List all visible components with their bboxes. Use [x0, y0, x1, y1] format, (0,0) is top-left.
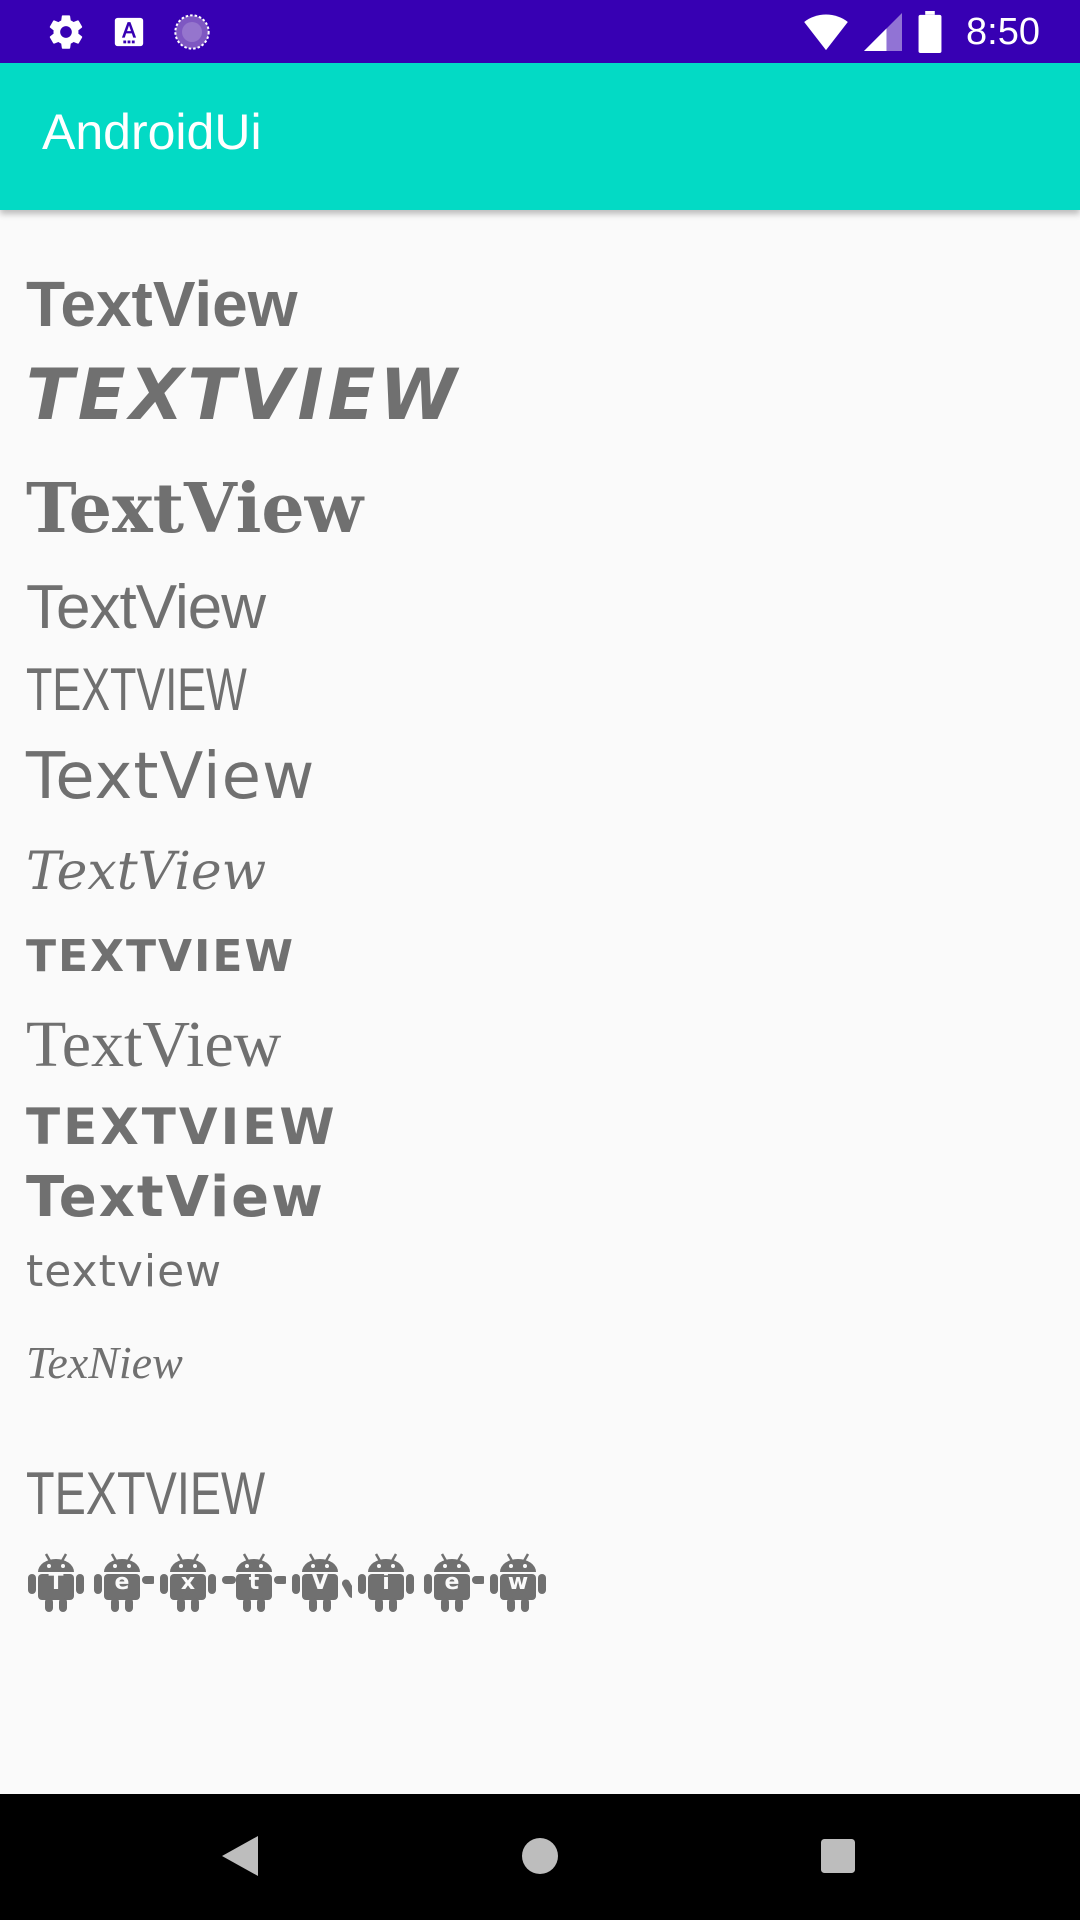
recents-icon [821, 1839, 855, 1877]
textview-1: TextView [26, 268, 298, 340]
accessibility-font-icon [112, 15, 146, 49]
textview-2: TEXTVIEW [26, 354, 461, 436]
back-icon [222, 1836, 258, 1880]
textview-10: TEXTVIEW [26, 1098, 338, 1156]
back-button[interactable] [212, 1830, 268, 1886]
android-glyph: V [288, 1550, 352, 1614]
textview-7: TextView [26, 842, 267, 902]
android-glyph: x [156, 1550, 220, 1614]
loading-circle-icon [172, 12, 212, 52]
settings-icon [46, 12, 86, 52]
android-glyph: i [354, 1550, 418, 1614]
app-bar: AndroidUi [0, 63, 1080, 210]
signal-icon [864, 12, 903, 52]
navigation-bar [0, 1794, 1080, 1920]
app-title: AndroidUi [42, 104, 262, 160]
home-icon [522, 1838, 558, 1878]
home-button[interactable] [512, 1830, 568, 1886]
android-glyph: t [222, 1550, 286, 1614]
textview-12: textview [26, 1246, 223, 1297]
textview-4: TextView [26, 573, 266, 642]
android-glyph: e [90, 1550, 154, 1614]
status-bar: 8:50 [0, 0, 1080, 63]
textview-13: TexNiew [26, 1337, 183, 1388]
android-glyph: e [420, 1550, 484, 1614]
recents-button[interactable] [810, 1830, 866, 1886]
textview-3: TextView [26, 469, 364, 549]
android-glyph: w [486, 1550, 550, 1614]
android-glyph: T [24, 1550, 88, 1614]
content-area: TextView TEXTVIEW TextView TextView TEXT… [0, 210, 1080, 1794]
textview-6: TextView [26, 740, 316, 814]
textview-android-font: T e x t V i e w [24, 1550, 550, 1614]
battery-icon [918, 11, 942, 53]
textview-8: TEXTVIEW [26, 931, 296, 982]
wifi-icon [804, 12, 848, 52]
textview-9: TextView [26, 1008, 282, 1081]
textview-11: TextView [26, 1165, 325, 1230]
status-clock: 8:50 [966, 10, 1040, 53]
textview-5: TEXTVIEW [26, 656, 247, 723]
textview-14: TEXTVIEW [26, 1460, 266, 1527]
